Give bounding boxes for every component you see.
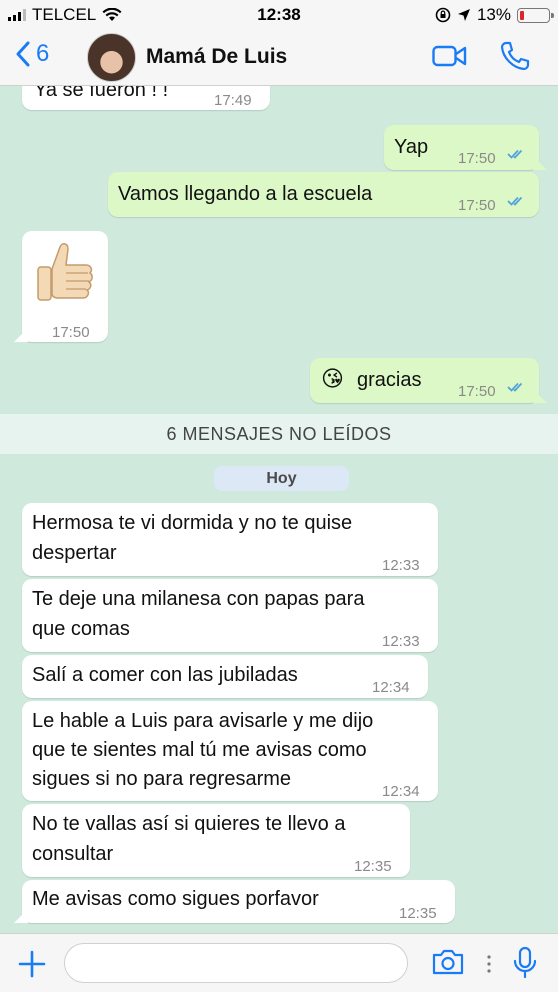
message-text-line: que te sientes mal tú me avisas como	[32, 739, 367, 761]
message-text-line: Te deje una milanesa con papas para	[32, 588, 365, 610]
chevron-left-icon	[16, 41, 30, 67]
compose-bar	[0, 933, 558, 992]
message-text-line: sigues si no para regresarme	[32, 768, 292, 790]
message-incoming[interactable]: Hermosa te vi dormida y no te quise desp…	[22, 503, 438, 576]
camera-icon[interactable]	[431, 948, 465, 976]
message-text: gracias	[357, 369, 422, 391]
message-text: Vamos llegando a la escuela	[118, 183, 373, 205]
message-text-line: Hermosa te vi dormida y no te quise	[32, 512, 353, 534]
message-incoming[interactable]: Te deje una milanesa con papas para que …	[22, 579, 438, 652]
message-time: 17:49	[214, 92, 252, 109]
message-incoming[interactable]: Le hable a Luis para avisarle y me dijo …	[22, 701, 438, 801]
status-right: 13%	[435, 5, 554, 25]
message-text-line: Le hable a Luis para avisarle y me dijo	[32, 710, 374, 732]
message-incoming[interactable]: Ya se fueron ! ! 17:49	[22, 86, 270, 110]
microphone-icon[interactable]	[512, 946, 538, 980]
message-text-line: que comas	[32, 618, 130, 640]
double-check-icon	[507, 382, 523, 392]
message-time: 17:50	[458, 383, 496, 400]
message-time: 17:50	[52, 324, 90, 341]
message-incoming-sticker[interactable]: 17:50	[22, 231, 108, 342]
battery-icon	[517, 7, 554, 23]
message-time: 17:50	[458, 197, 496, 214]
rotation-lock-icon	[435, 7, 451, 23]
plus-icon[interactable]	[18, 950, 46, 978]
status-bar: TELCEL 12:38 13%	[0, 0, 558, 30]
message-time: 12:33	[382, 557, 420, 574]
more-dots-icon	[487, 955, 491, 973]
message-text-line: despertar	[32, 542, 117, 564]
message-outgoing[interactable]: Vamos llegando a la escuela 17:50	[108, 172, 539, 217]
thumbs-up-emoji	[37, 243, 93, 301]
message-incoming[interactable]: Salí a comer con las jubiladas 12:34	[22, 655, 428, 698]
battery-percent: 13%	[476, 5, 511, 24]
message-time: 12:34	[382, 783, 420, 800]
unread-messages-banner: 6 MENSAJES NO LEÍDOS	[0, 414, 558, 454]
message-time: 12:35	[354, 858, 392, 875]
message-text-line: consultar	[32, 843, 114, 865]
message-text-line: Me avisas como sigues porfavor	[32, 888, 319, 910]
avatar[interactable]	[87, 33, 136, 82]
message-incoming[interactable]: Me avisas como sigues porfavor 12:35	[22, 880, 455, 923]
contact-name[interactable]: Mamá De Luis	[146, 45, 287, 69]
chat-header: 6 Mamá De Luis	[0, 30, 558, 86]
back-count: 6	[36, 40, 50, 67]
message-text: Yap	[394, 136, 429, 158]
message-outgoing[interactable]: Yap 17:50	[384, 125, 539, 170]
location-arrow-icon	[457, 9, 470, 21]
double-check-icon	[507, 196, 523, 206]
message-outgoing[interactable]: 😘 gracias 17:50	[310, 358, 539, 403]
back-button[interactable]: 6	[16, 40, 49, 68]
message-time: 12:33	[382, 633, 420, 650]
message-text-line: No te vallas así si quieres te llevo a	[32, 813, 346, 835]
kiss-emoji: 😘	[321, 366, 344, 391]
message-text-line: Salí a comer con las jubiladas	[32, 664, 298, 686]
message-input[interactable]	[64, 943, 408, 983]
message-time: 12:35	[399, 905, 437, 922]
day-separator: Hoy	[214, 466, 349, 491]
video-camera-icon[interactable]	[432, 44, 468, 68]
message-incoming[interactable]: No te vallas así si quieres te llevo a c…	[22, 804, 410, 877]
message-time: 12:34	[372, 679, 410, 696]
phone-icon[interactable]	[499, 40, 531, 72]
double-check-icon	[507, 149, 523, 159]
message-text: Ya se fueron ! !	[34, 86, 169, 101]
message-time: 17:50	[458, 150, 496, 167]
chat-area[interactable]: Ya se fueron ! ! 17:49 Yap 17:50 Vamos l…	[0, 86, 558, 933]
